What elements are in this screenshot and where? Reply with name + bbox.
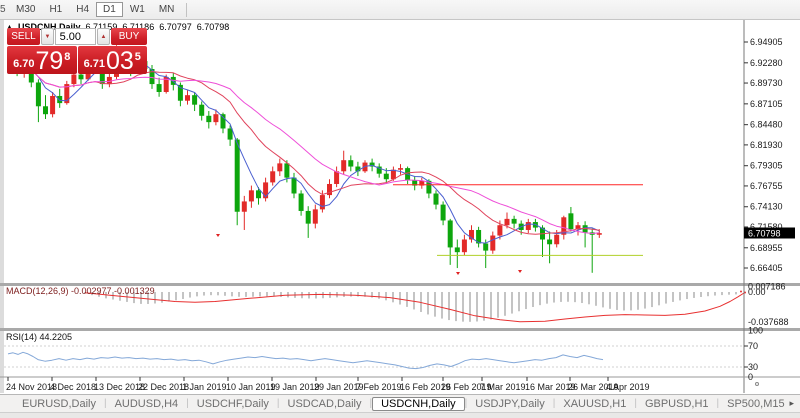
svg-text:7 Mar 2019: 7 Mar 2019	[480, 382, 526, 392]
svg-text:MACD(12,26,9) -0.002977 -0.001: MACD(12,26,9) -0.002977 -0.001329	[6, 286, 155, 296]
tab-usdjpy-daily[interactable]: USDJPY,Daily	[467, 397, 553, 411]
sell-price-big: 79	[35, 51, 63, 72]
tab-usdcnh-daily[interactable]: USDCNH,Daily	[372, 397, 465, 411]
ohlc-close: 6.70798	[197, 22, 230, 32]
svg-text:7 Feb 2019: 7 Feb 2019	[356, 382, 402, 392]
timeframe-toolbar: 5 M30H1H4D1W1MN	[0, 0, 800, 20]
pane-separator-2[interactable]	[0, 328, 800, 331]
timeframe-button-partial[interactable]: 5	[0, 4, 9, 15]
svg-text:6.89730: 6.89730	[750, 78, 783, 88]
svg-text:6.66405: 6.66405	[750, 263, 783, 273]
svg-text:6.87105: 6.87105	[750, 99, 783, 109]
buy-price-panel[interactable]: 6.71 03 5	[78, 46, 148, 74]
tab-eurusd-daily[interactable]: EURUSD,Daily	[14, 397, 104, 411]
buy-button[interactable]: BUY	[111, 28, 147, 45]
timeframe-button-h4[interactable]: H4	[69, 2, 96, 17]
svg-text:4 Dec 2018: 4 Dec 2018	[50, 382, 96, 392]
timeframe-button-w1[interactable]: W1	[123, 2, 152, 17]
trading-platform-window: 5 M30H1H4D1W1MN 6.94905 6.92280 6.89730 6.8…	[0, 0, 800, 418]
tab-audusd-h4[interactable]: AUDUSD,H4	[107, 397, 187, 411]
chart-background	[0, 20, 800, 394]
timeframe-button-m30[interactable]: M30	[9, 2, 42, 17]
svg-text:0.00: 0.00	[748, 287, 766, 297]
sell-price-panel[interactable]: 6.70 79 8	[7, 46, 77, 74]
chart-canvas[interactable]: 6.94905 6.92280 6.89730 6.87105 6.84480 6.819…	[0, 20, 800, 394]
volume-input[interactable]: 5.00	[55, 28, 96, 45]
rsi-label: RSI(14) 44.2205	[6, 332, 72, 342]
one-click-trading-widget: SELL ▼ 5.00 ▲ BUY 6.70 79 8 6.71 03 5	[7, 28, 147, 74]
buy-price-sup: 5	[135, 51, 141, 63]
spin-up-icon: ▲	[101, 34, 107, 40]
current-price-value: 6.70798	[748, 229, 781, 239]
svg-text:6.92280: 6.92280	[750, 58, 783, 68]
spin-down-icon: ▼	[45, 34, 51, 40]
timeframe-button-mn[interactable]: MN	[152, 2, 182, 17]
left-border-strip	[0, 20, 4, 393]
tab-gbpusd-h1[interactable]: GBPUSD,H1	[637, 397, 717, 411]
toolbar-separator	[186, 3, 187, 17]
tab-usdcad-daily[interactable]: USDCAD,Daily	[280, 397, 370, 411]
tab-usdchf-daily[interactable]: USDCHF,Daily	[189, 397, 277, 411]
svg-text:30: 30	[748, 362, 758, 372]
svg-text:6.79305: 6.79305	[750, 161, 783, 171]
timeframe-button-h1[interactable]: H1	[42, 2, 69, 17]
chart-tabs-bar: EURUSD,Daily|AUDUSD,H4|USDCHF,Daily|USDC…	[0, 394, 800, 412]
volume-decrease-button[interactable]: ▼	[41, 28, 54, 45]
tab-xauusd-h1[interactable]: XAUUSD,H1	[555, 397, 634, 411]
svg-text:6.84480: 6.84480	[750, 120, 783, 130]
svg-text:6.76755: 6.76755	[750, 181, 783, 191]
svg-text:6.68955: 6.68955	[750, 243, 783, 253]
sell-price-small: 6.70	[13, 58, 34, 70]
chart-area[interactable]: 6.94905 6.92280 6.89730 6.87105 6.84480 6.819…	[0, 20, 800, 394]
buy-price-small: 6.71	[84, 58, 105, 70]
status-strip	[0, 412, 800, 418]
timeframe-buttons: M30H1H4D1W1MN	[9, 2, 181, 17]
volume-increase-button[interactable]: ▲	[97, 28, 110, 45]
ohlc-low: 6.70797	[159, 22, 192, 32]
macd-label: MACD(12,26,9) -0.002977 -0.001329	[6, 286, 155, 296]
buy-price-big: 03	[106, 51, 134, 72]
svg-text:10 Jan 2019: 10 Jan 2019	[226, 382, 276, 392]
sell-button[interactable]: SELL	[7, 28, 40, 45]
tabs-scroll-right-icon[interactable]: ▸	[787, 398, 796, 409]
svg-text:1 Jan 2019: 1 Jan 2019	[182, 382, 227, 392]
svg-text:100: 100	[748, 325, 763, 335]
svg-text:6.94905: 6.94905	[750, 37, 783, 47]
timeframe-button-d1[interactable]: D1	[96, 2, 123, 17]
svg-text:0: 0	[748, 372, 753, 382]
svg-text:19 Jan 2019: 19 Jan 2019	[270, 382, 320, 392]
svg-text:6.74130: 6.74130	[750, 202, 783, 212]
svg-text:70: 70	[748, 341, 758, 351]
svg-text:4 Apr 2019: 4 Apr 2019	[606, 382, 650, 392]
sell-price-sup: 8	[64, 51, 70, 63]
tab-sp500-m15[interactable]: SP500,M15	[719, 397, 792, 411]
svg-text:6.81930: 6.81930	[750, 140, 783, 150]
